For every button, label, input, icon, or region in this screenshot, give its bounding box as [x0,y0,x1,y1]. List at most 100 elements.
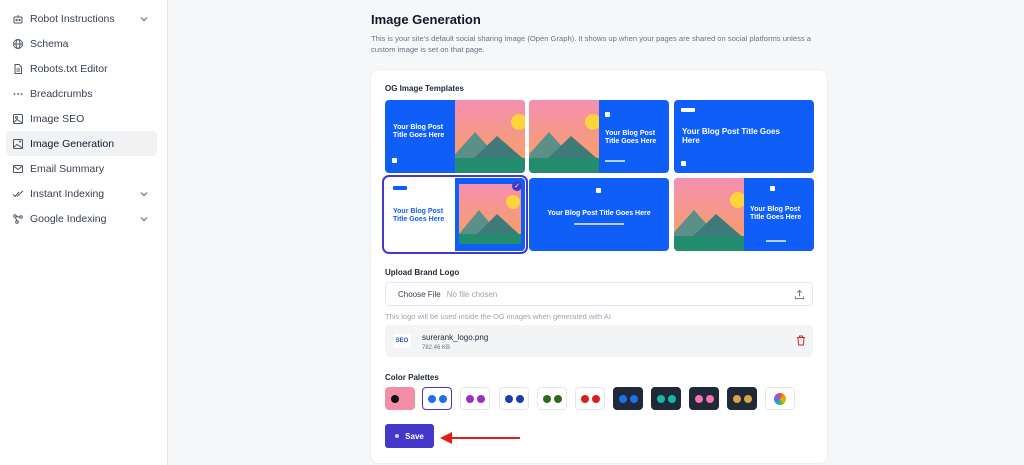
trash-icon[interactable] [796,335,806,346]
logo-placeholder [770,186,775,191]
url-placeholder [766,240,786,242]
no-file-text: No file chosen [446,289,498,299]
color-palette-option[interactable] [460,387,490,410]
color-dot [667,394,676,403]
color-dot [476,394,485,403]
og-template-2[interactable]: Your Blog Post Title Goes Here [529,100,669,173]
logo-thumbnail: SEO [393,334,411,348]
chevron-down-icon [140,16,148,21]
logo-placeholder [392,158,397,163]
image-icon [12,113,24,125]
template-title: Your Blog Post Title Goes Here [605,130,657,145]
template-title: Your Blog Post Title Goes Here [750,206,802,221]
sidebar-item-label: Breadcrumbs [30,87,93,100]
og-template-6[interactable]: Your Blog Post Title Goes Here [674,178,814,251]
sidebar-item-label: Instant Indexing [30,187,105,200]
color-dot [656,394,665,403]
color-dot [591,394,600,403]
check-double-icon [12,188,24,200]
color-palette-option[interactable] [613,387,643,410]
color-palette-option[interactable] [651,387,681,410]
file-name: surerank_logo.png [422,333,489,342]
sidebar-item-label: Schema [30,37,69,50]
sidebar-item-robots-txt-editor[interactable]: Robots.txt Editor [6,56,157,81]
color-palette-option[interactable] [422,387,452,410]
uploaded-file: SEO surerank_logo.png 782.46 KB [385,325,813,357]
color-palette-option[interactable] [385,387,415,410]
file-size: 782.46 KB [422,345,451,351]
sidebar-item-label: Email Summary [30,162,105,175]
mail-icon [12,163,24,175]
sidebar-item-schema[interactable]: Schema [6,31,157,56]
sidebar-item-instant-indexing[interactable]: Instant Indexing [6,181,157,206]
og-template-5[interactable]: Your Blog Post Title Goes Here [529,178,669,251]
mountain-illustration [674,178,744,251]
settings-card: OG Image Templates Your Blog Post Title … [371,70,827,463]
tag-placeholder [393,186,407,190]
robot-icon [12,13,24,25]
ellipsis-icon [12,88,24,100]
sidebar-item-label: Image Generation [30,137,115,150]
color-palette-option[interactable] [575,387,605,410]
custom-color-icon [774,392,786,405]
og-template-1[interactable]: Your Blog Post Title Goes Here [385,100,525,173]
upload-logo-label: Upload Brand Logo [385,268,460,277]
upload-icon[interactable] [794,289,805,300]
color-palette-option[interactable] [689,387,719,410]
sidebar-item-email-summary[interactable]: Email Summary [6,156,157,181]
image-sparkle-icon [12,138,24,150]
color-dot [618,394,627,403]
color-dot [732,394,741,403]
save-button[interactable]: Save [385,424,434,448]
sidebar-item-label: Image SEO [30,112,85,125]
sidebar-item-image-generation[interactable]: Image Generation [6,131,157,156]
page-header: Image Generation This is your site's def… [371,12,831,55]
sidebar: Robot Instructions Schema Robots.txt Edi… [0,0,168,465]
template-title: Your Blog Post Title Goes Here [393,208,445,223]
sidebar-item-google-indexing[interactable]: Google Indexing [6,206,157,231]
sidebar-item-label: Robot Instructions [30,12,115,25]
color-dot [542,394,551,403]
template-title: Your Blog Post Title Goes Here [547,210,651,217]
mountain-illustration [455,100,525,173]
save-label: Save [405,431,424,441]
tag-placeholder [681,108,695,112]
color-palette-option[interactable] [499,387,529,410]
og-template-4[interactable]: Your Blog Post Title Goes Here ✓ [382,175,528,254]
chevron-down-icon [140,191,148,196]
color-dot [580,394,589,403]
sidebar-item-robot-instructions[interactable]: Robot Instructions [6,6,157,31]
og-template-3[interactable]: Your Blog Post Title Goes Here [674,100,814,173]
page-description: This is your site's default social shari… [371,34,811,54]
color-dot [504,394,513,403]
color-dot [743,394,752,403]
globe-icon [12,38,24,50]
templates-label: OG Image Templates [385,84,464,93]
sidebar-item-image-seo[interactable]: Image SEO [6,106,157,131]
color-palette-option[interactable] [537,387,567,410]
logo-placeholder [605,112,610,117]
sidebar-item-breadcrumbs[interactable]: Breadcrumbs [6,81,157,106]
color-dot [694,394,703,403]
sidebar-item-label: Google Indexing [30,212,107,225]
status-dot [395,434,400,438]
subtitle-placeholder [574,223,624,225]
color-dot [553,394,562,403]
template-title: Your Blog Post Title Goes Here [682,127,780,145]
choose-file-button[interactable]: Choose File [398,290,441,299]
color-palette-option[interactable] [727,387,757,410]
color-dot [629,394,638,403]
color-dot [705,394,714,403]
logo-placeholder [596,188,601,193]
logo-hint: This logo will be used inside the OG ima… [385,312,611,321]
mountain-illustration [529,100,599,173]
color-dot [427,394,436,403]
network-icon [12,213,24,225]
color-palettes-label: Color Palettes [385,373,439,382]
color-dot [390,394,399,403]
sidebar-item-label: Robots.txt Editor [30,62,108,75]
logo-file-input[interactable]: Choose File No file chosen [385,282,813,306]
color-dot [401,394,410,403]
color-palette-option[interactable] [765,387,795,410]
color-dot [465,394,474,403]
